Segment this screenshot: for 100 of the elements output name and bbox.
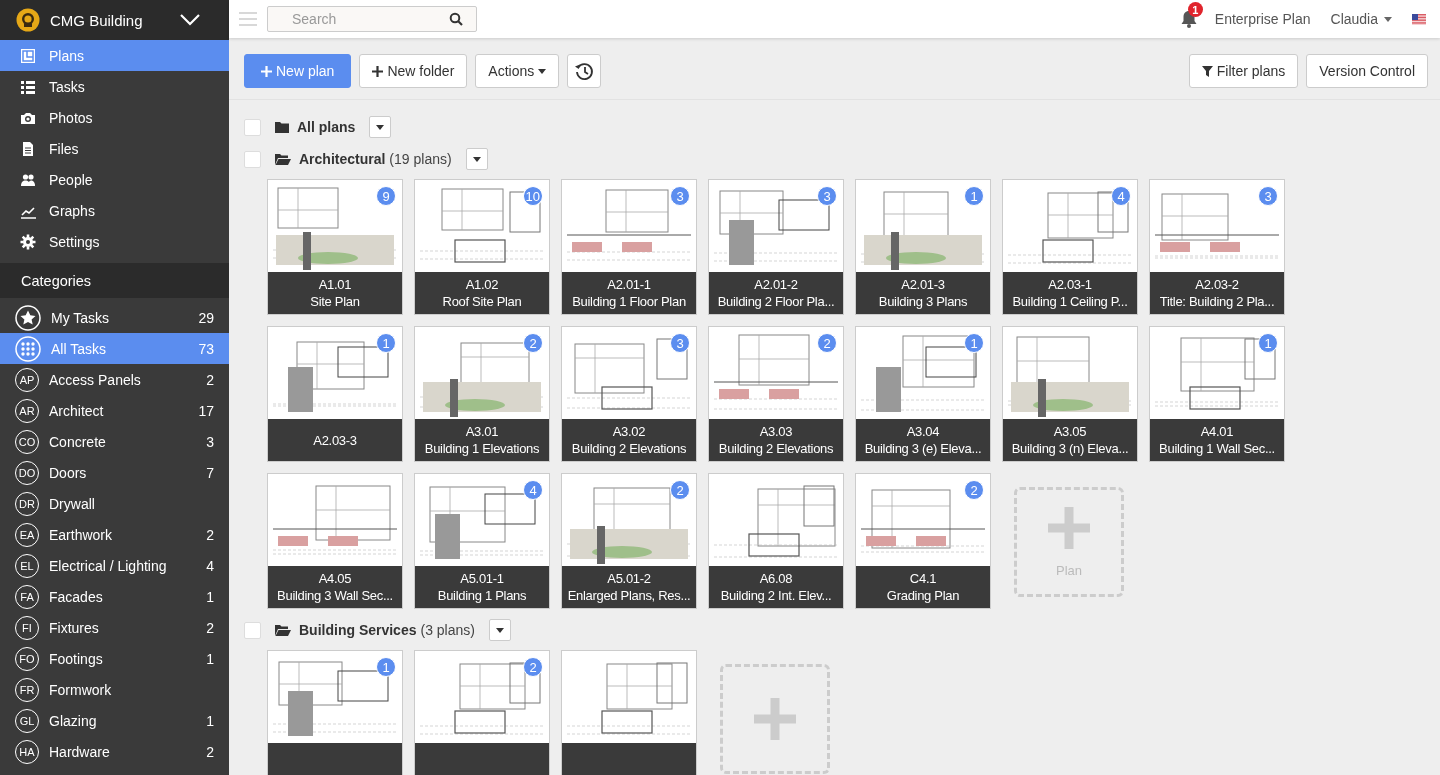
category-item[interactable]: AR Architect 17 <box>0 395 229 426</box>
plan-card[interactable]: 1 A2.01-3 Building 3 Plans <box>855 179 991 315</box>
plan-card[interactable]: 3 A3.02 Building 2 Elevations <box>561 326 697 462</box>
count: 1 <box>206 712 214 729</box>
category-item[interactable]: EL Electrical / Lighting 4 <box>0 550 229 581</box>
plus-icon <box>261 65 272 77</box>
new-folder-button[interactable]: New folder <box>359 54 468 88</box>
chevron-down-icon <box>179 13 201 27</box>
plan-code: A2.01-2 <box>754 276 798 293</box>
search-icon <box>449 12 463 26</box>
checkbox[interactable] <box>244 150 261 168</box>
plan-code: A2.03-1 <box>1048 276 1092 293</box>
filter-button[interactable]: Filter plans <box>1188 54 1299 88</box>
plan-card[interactable]: 2 C4.1 Grading Plan <box>855 473 991 609</box>
category-item[interactable]: DO Doors 7 <box>0 457 229 488</box>
add-plan-tile[interactable] <box>720 664 830 774</box>
dot-grid-icon <box>15 335 41 362</box>
count: 2 <box>206 743 214 760</box>
plan-code: A5.01-2 <box>607 570 651 587</box>
category-item[interactable]: CO Concrete 3 <box>0 426 229 457</box>
plan-card[interactable]: 4 A5.01-1 Building 1 Plans <box>414 473 550 609</box>
folder-name: All plans <box>297 119 356 135</box>
plan-card[interactable]: 3 A2.03-2 Title: Building 2 Pla... <box>1149 179 1285 315</box>
count: 2 <box>206 619 214 636</box>
count: 4 <box>206 557 214 574</box>
actions-button[interactable]: Actions <box>475 54 560 88</box>
category-item[interactable]: HA Hardware 2 <box>0 736 229 767</box>
category-item[interactable]: My Tasks 29 <box>0 302 229 333</box>
category-item[interactable]: FI Fixtures 2 <box>0 612 229 643</box>
plan-card[interactable]: 2 A3.03 Building 2 Elevations <box>708 326 844 462</box>
plan-code: A4.01 <box>1200 423 1234 440</box>
plan-card[interactable]: 2 A3.01 Building 1 Elevations <box>414 326 550 462</box>
folder-name: Building Services <box>299 622 417 638</box>
plan-title: Building 3 Wall Sec... <box>277 587 393 604</box>
categories-heading: Categories <box>0 263 229 298</box>
count: 7 <box>206 464 214 481</box>
search-field[interactable]: Search <box>267 6 477 32</box>
plan-title: Building 3 (n) Eleva... <box>1011 440 1129 457</box>
project-header[interactable]: CMG Building <box>0 0 229 40</box>
version-control-button[interactable]: Version Control <box>1306 54 1428 88</box>
people-icon <box>20 171 36 188</box>
count: 1 <box>206 650 214 667</box>
plan-title: Building 1 Elevations <box>424 440 540 457</box>
plan-card[interactable]: 4 A2.03-1 Building 1 Ceiling P... <box>1002 179 1138 315</box>
dropdown-button[interactable] <box>465 148 488 170</box>
plan-card[interactable]: 3 A2.01-1 Building 1 Floor Plan <box>561 179 697 315</box>
dropdown-button[interactable] <box>488 619 511 641</box>
plan-card[interactable]: 1 A2.03-3 <box>267 326 403 462</box>
caret-icon <box>1384 16 1392 22</box>
category-item[interactable]: FO Footings 1 <box>0 643 229 674</box>
plan-title: Grading Plan <box>886 587 960 604</box>
count: 17 <box>198 402 214 419</box>
caret-icon <box>376 124 385 130</box>
nav-item[interactable]: Photos <box>0 102 229 133</box>
plan-card[interactable]: 9 A1.01 Site Plan <box>267 179 403 315</box>
plan-card[interactable]: A4.05 Building 3 Wall Sec... <box>267 473 403 609</box>
plan-card[interactable]: 10 A1.02 Roof Site Plan <box>414 179 550 315</box>
plan-title: Building 2 Floor Pla... <box>717 293 835 310</box>
category-item[interactable]: AP Access Panels 2 <box>0 364 229 395</box>
plan-code: A3.02 <box>612 423 646 440</box>
plan-code: A3.03 <box>759 423 793 440</box>
nav-item[interactable]: Settings <box>0 226 229 257</box>
user-menu[interactable]: Claudia <box>1330 11 1392 27</box>
category-item[interactable]: FR Formwork <box>0 674 229 705</box>
filter-icon <box>1201 65 1213 77</box>
checkbox[interactable] <box>244 621 261 639</box>
plan-card[interactable]: A6.08 Building 2 Int. Elev... <box>708 473 844 609</box>
plan-card[interactable]: 3 A2.01-2 Building 2 Floor Pla... <box>708 179 844 315</box>
nav-item[interactable]: Graphs <box>0 195 229 226</box>
plan-title: Building 1 Ceiling P... <box>1012 293 1128 310</box>
plan-code: A3.01 <box>465 423 499 440</box>
plan-code: A3.05 <box>1053 423 1087 440</box>
plan-title: Building 2 Elevations <box>718 440 834 457</box>
plan-card[interactable]: 2 A5.01-2 Enlarged Plans, Res... <box>561 473 697 609</box>
plan-title: Enlarged Plans, Res... <box>567 587 691 604</box>
category-item[interactable]: EA Earthwork 2 <box>0 519 229 550</box>
folder-icon <box>275 121 289 133</box>
plan-title: Site Plan <box>310 293 360 310</box>
count: 2 <box>206 371 214 388</box>
category-item[interactable]: DR Drywall <box>0 488 229 519</box>
plus-icon <box>1048 506 1090 549</box>
nav-item[interactable]: Tasks <box>0 71 229 102</box>
plan-code: A1.02 <box>465 276 499 293</box>
checkbox[interactable] <box>244 118 261 136</box>
flag-icon[interactable] <box>1412 13 1426 25</box>
plan-count: (19 plans) <box>389 151 452 167</box>
plan-card[interactable]: A3.05 Building 3 (n) Eleva... <box>1002 326 1138 462</box>
category-item[interactable]: FA Facades 1 <box>0 581 229 612</box>
category-item[interactable]: GL Glazing 1 <box>0 705 229 736</box>
dropdown-button[interactable] <box>369 116 392 138</box>
plan-title: Building 2 Int. Elev... <box>720 587 832 604</box>
nav-item[interactable]: People <box>0 164 229 195</box>
plan-title: Building 1 Wall Sec... <box>1159 440 1275 457</box>
nav-item[interactable]: Files <box>0 133 229 164</box>
plan-card[interactable]: 1 A4.01 Building 1 Wall Sec... <box>1149 326 1285 462</box>
plan-link[interactable]: Enterprise Plan <box>1214 11 1311 27</box>
plan-card[interactable]: 1 A3.04 Building 3 (e) Eleva... <box>855 326 991 462</box>
plan-card[interactable] <box>561 650 697 775</box>
plan-title: Building 3 Plans <box>878 293 968 310</box>
history-button[interactable] <box>567 54 602 88</box>
